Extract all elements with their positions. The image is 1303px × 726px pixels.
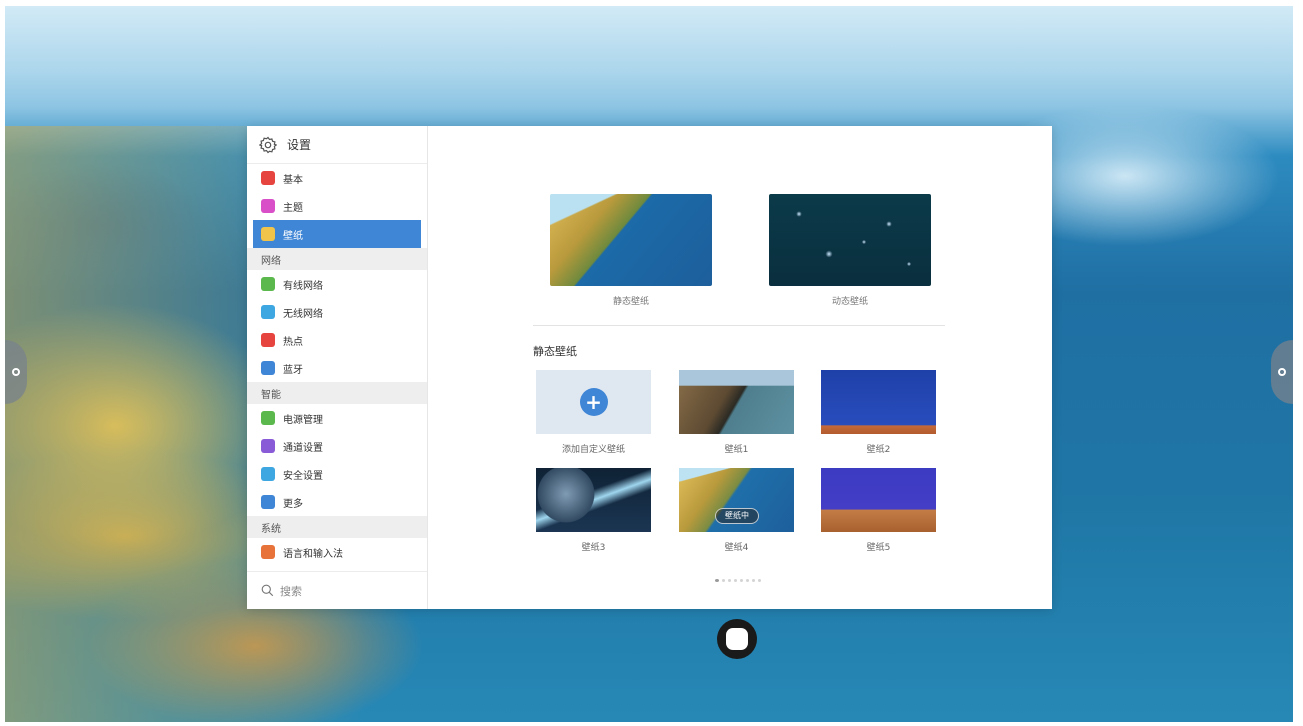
add-custom-wallpaper-card[interactable]: + 添加自定义壁纸 — [536, 370, 651, 455]
right-edge-handle[interactable] — [1271, 340, 1293, 404]
more-icon — [261, 495, 275, 509]
wallpaper-card-4[interactable]: 壁纸中 壁纸4 — [679, 468, 794, 553]
wallpaper-panel: 静态壁纸 动态壁纸 静态壁纸 + 添加自定义壁纸 壁纸1 壁纸2 壁纸3 壁纸中… — [428, 126, 1052, 609]
wallpaper-thumbnail — [536, 468, 651, 532]
add-wallpaper-tile: + — [536, 370, 651, 434]
settings-title: 设置 — [287, 138, 312, 152]
sidebar-item[interactable]: 语言和输入法 — [247, 538, 421, 566]
wallpaper-label: 壁纸4 — [724, 543, 749, 553]
wallpaper-card-5[interactable]: 壁纸5 — [821, 468, 936, 553]
sidebar-item[interactable]: 安全设置 — [247, 460, 421, 488]
sidebar-item[interactable]: 通道设置 — [247, 432, 421, 460]
security-shield-icon — [261, 467, 275, 481]
sidebar-item-label: 有线网络 — [283, 280, 323, 292]
bluetooth-icon — [261, 361, 275, 375]
dynamic-wallpaper-thumbnail — [769, 194, 931, 286]
static-wallpaper-label: 静态壁纸 — [612, 297, 649, 307]
sidebar-item-label: 安全设置 — [283, 470, 323, 482]
wallpaper-label: 壁纸3 — [581, 543, 606, 553]
page-dot[interactable] — [740, 579, 743, 582]
search-icon — [261, 584, 274, 597]
wired-network-icon — [261, 277, 275, 291]
static-wallpaper-card[interactable]: 静态壁纸 — [550, 194, 712, 307]
sidebar: 设置 基本主题壁纸 网络 有线网络无线网络热点蓝牙 智能 电源管理通道设置安全设… — [247, 126, 428, 609]
sidebar-item[interactable]: 有线网络 — [247, 270, 421, 298]
page-indicator — [715, 579, 761, 582]
sidebar-item-label: 壁纸 — [283, 230, 303, 242]
static-wallpaper-thumbnail — [550, 194, 712, 286]
theme-icon — [261, 199, 275, 213]
add-icon: + — [579, 388, 608, 416]
sidebar-item-label: 主题 — [283, 202, 303, 214]
section-title: 静态壁纸 — [533, 345, 577, 358]
wallpaper-thumbnail — [679, 370, 794, 434]
sidebar-item-label: 蓝牙 — [283, 364, 303, 376]
home-button[interactable] — [717, 619, 757, 659]
settings-window: 设置 基本主题壁纸 网络 有线网络无线网络热点蓝牙 智能 电源管理通道设置安全设… — [247, 126, 1052, 609]
sidebar-item[interactable]: 主题 — [247, 192, 421, 220]
nav-section-smart: 智能 — [247, 382, 427, 404]
sidebar-header: 设置 — [247, 126, 427, 164]
wallpaper-card-3[interactable]: 壁纸3 — [536, 468, 651, 553]
wallpaper-label: 壁纸5 — [866, 543, 891, 553]
sidebar-item[interactable]: 基本 — [247, 164, 421, 192]
sidebar-item-label: 无线网络 — [283, 308, 323, 320]
wallpaper-label: 壁纸1 — [724, 445, 749, 455]
sidebar-item-label: 通道设置 — [283, 442, 323, 454]
wallpaper-card-2[interactable]: 壁纸2 — [821, 370, 936, 455]
basic-icon — [261, 171, 275, 185]
page-dot[interactable] — [715, 579, 719, 582]
sidebar-item[interactable]: 壁纸 — [253, 220, 421, 248]
dynamic-wallpaper-label: 动态壁纸 — [831, 297, 868, 307]
search-input[interactable]: 搜索 — [247, 571, 427, 609]
language-icon — [261, 545, 275, 559]
wallpaper-card-1[interactable]: 壁纸1 — [679, 370, 794, 455]
add-wallpaper-label: 添加自定义壁纸 — [561, 445, 625, 455]
dynamic-wallpaper-card[interactable]: 动态壁纸 — [769, 194, 931, 307]
sidebar-item-label: 电源管理 — [283, 414, 323, 426]
gear-icon — [259, 136, 277, 153]
page-dot[interactable] — [758, 579, 761, 582]
divider — [533, 325, 945, 326]
nav-list: 基本主题壁纸 网络 有线网络无线网络热点蓝牙 智能 电源管理通道设置安全设置更多… — [247, 164, 427, 571]
wallpaper-icon — [261, 227, 275, 241]
wifi-icon — [261, 305, 275, 319]
search-placeholder: 搜索 — [280, 584, 302, 598]
page-dot[interactable] — [722, 579, 725, 582]
nav-section-network: 网络 — [247, 248, 427, 270]
wallpaper-thumbnail — [821, 468, 936, 532]
in-use-badge: 壁纸中 — [715, 508, 759, 524]
page-dot[interactable] — [728, 579, 731, 582]
sidebar-item[interactable]: 电源管理 — [247, 404, 421, 432]
nav-section-system: 系统 — [247, 516, 427, 538]
handle-dot-icon — [1278, 368, 1286, 376]
wallpaper-thumbnail — [821, 370, 936, 434]
sidebar-item-label: 更多 — [283, 498, 303, 510]
page-dot[interactable] — [746, 579, 749, 582]
sidebar-item[interactable]: 热点 — [247, 326, 421, 354]
home-icon — [726, 628, 748, 650]
handle-dot-icon — [12, 368, 20, 376]
power-icon — [261, 411, 275, 425]
sidebar-item-label: 热点 — [283, 336, 303, 348]
channel-icon — [261, 439, 275, 453]
sidebar-item[interactable]: 蓝牙 — [247, 354, 421, 382]
page-dot[interactable] — [734, 579, 737, 582]
sidebar-item-label: 基本 — [283, 174, 303, 186]
sidebar-item[interactable]: 无线网络 — [247, 298, 421, 326]
sidebar-item-label: 语言和输入法 — [283, 548, 343, 560]
wallpaper-label: 壁纸2 — [866, 445, 891, 455]
page-dot[interactable] — [752, 579, 755, 582]
wallpaper-thumbnail: 壁纸中 — [679, 468, 794, 532]
hotspot-icon — [261, 333, 275, 347]
sidebar-item[interactable]: 更多 — [247, 488, 421, 516]
